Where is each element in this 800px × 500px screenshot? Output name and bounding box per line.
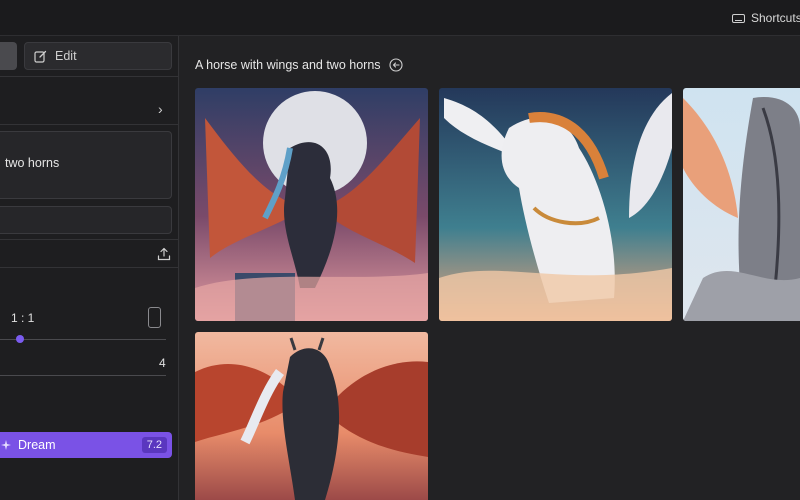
aspect-slider[interactable]	[0, 339, 166, 340]
keyboard-icon	[732, 13, 745, 23]
dream-button[interactable]: Dream 7.2	[0, 432, 172, 458]
image-count-slider[interactable]	[0, 375, 166, 376]
edit-label: Edit	[55, 49, 77, 63]
sparkle-icon	[1, 440, 11, 450]
chevron-right-icon[interactable]: ›	[158, 102, 163, 116]
upload-icon[interactable]	[157, 247, 171, 261]
generate-tab[interactable]	[0, 42, 17, 70]
prompt-input[interactable]: two horns	[0, 131, 172, 199]
portrait-device-icon[interactable]	[148, 307, 161, 328]
generated-image[interactable]	[195, 88, 428, 321]
divider	[0, 76, 179, 77]
shortcuts-label: Shortcuts	[751, 11, 800, 25]
edit-icon	[34, 50, 47, 63]
generated-image[interactable]	[683, 88, 800, 321]
prompt-title-row: A horse with wings and two horns	[195, 58, 403, 72]
prompt-input-text: two horns	[5, 156, 60, 170]
aspect-slider-thumb[interactable]	[16, 335, 24, 343]
dream-label: Dream	[18, 438, 56, 452]
top-bar: Shortcuts	[0, 0, 800, 36]
image-count-value: 4	[159, 356, 166, 370]
shortcuts-button[interactable]: Shortcuts	[732, 10, 800, 26]
prompt-title: A horse with wings and two horns	[195, 58, 381, 72]
aspect-ratio-value[interactable]: 1 : 1	[11, 311, 34, 325]
negative-prompt-input[interactable]	[0, 206, 172, 234]
generated-image[interactable]	[195, 332, 428, 500]
divider	[0, 124, 179, 125]
generated-image[interactable]	[439, 88, 672, 321]
credit-cost-badge: 7.2	[141, 437, 167, 453]
divider	[0, 239, 179, 240]
sidebar: Edit › two horns 1 : 1 4 Dream 7.2	[0, 36, 179, 500]
edit-button[interactable]: Edit	[24, 42, 172, 70]
divider	[0, 267, 179, 268]
reuse-prompt-icon[interactable]	[388, 58, 403, 72]
